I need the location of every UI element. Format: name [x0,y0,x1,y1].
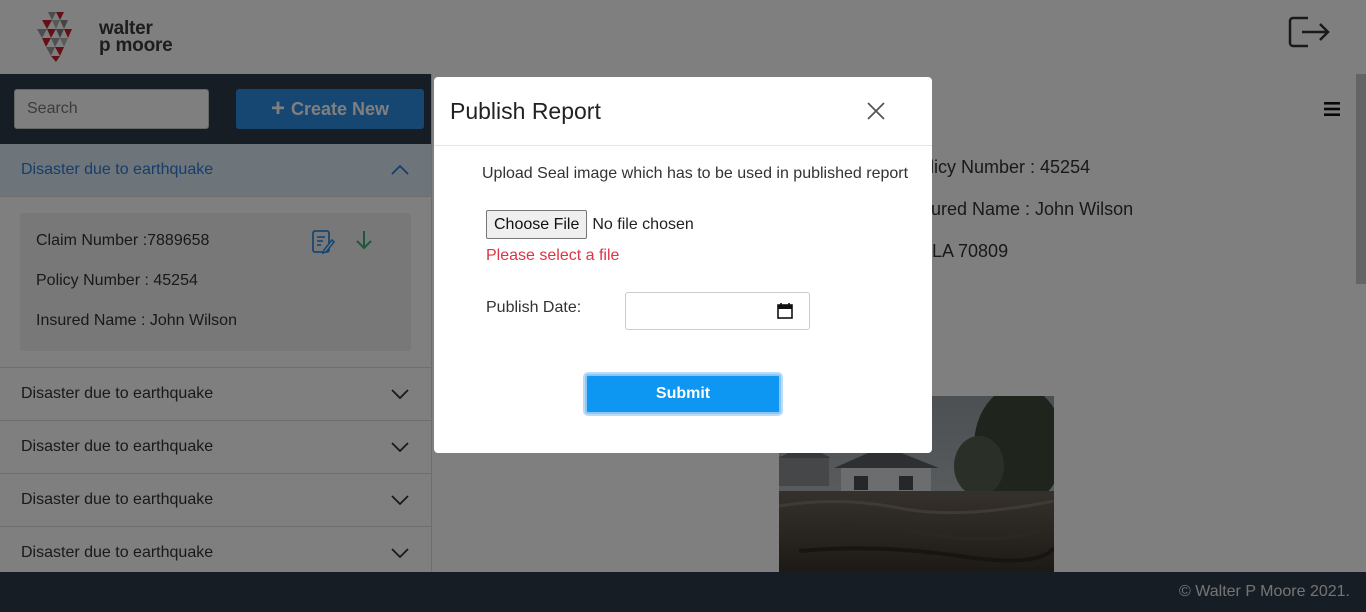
file-status-text: No file chosen [592,215,694,233]
choose-file-button[interactable]: Choose File [486,210,588,239]
close-icon[interactable] [866,101,886,121]
submit-button[interactable]: Submit [585,374,781,414]
modal-title: Publish Report [450,98,601,124]
upload-instructions: Upload Seal image which has to be used i… [482,165,909,182]
publish-date-label: Publish Date: [486,299,582,316]
publish-report-modal: Publish Report Upload Seal image which h… [434,77,932,453]
file-input[interactable]: Choose File No file chosen [486,210,694,239]
publish-date-input[interactable] [625,292,810,330]
modal-header: Publish Report [434,77,932,146]
calendar-icon[interactable] [777,302,793,319]
file-error-message: Please select a file [486,247,620,264]
